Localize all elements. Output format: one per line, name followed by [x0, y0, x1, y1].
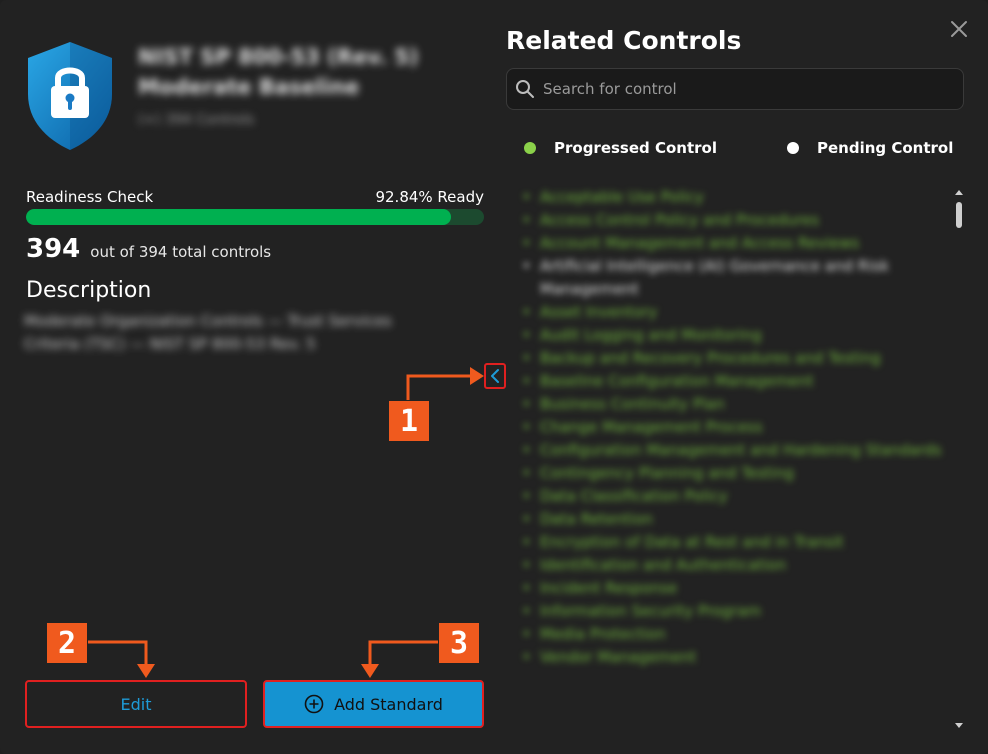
search-icon	[516, 80, 534, 98]
scroll-down-icon[interactable]	[955, 723, 963, 728]
close-icon[interactable]	[946, 16, 972, 42]
control-list-item[interactable]: • Asset Inventory	[518, 301, 952, 324]
description-text: Moderate Organization Controls — Trust S…	[24, 312, 392, 353]
control-list-item[interactable]: • Artificial Intelligence (AI) Governance…	[518, 255, 952, 301]
control-list-item[interactable]: • Contingency Planning and Testing	[518, 462, 952, 485]
bullet-icon: •	[522, 464, 531, 482]
bullet-icon: •	[522, 257, 531, 275]
control-list-item-label: Incident Response	[540, 579, 678, 597]
control-list-item[interactable]: • Baseline Configuration Management	[518, 370, 952, 393]
related-controls-title: Related Controls	[506, 26, 742, 55]
bullet-icon: •	[522, 510, 531, 528]
control-list-item[interactable]: • Incident Response	[518, 577, 952, 600]
control-list-item[interactable]: • Encryption of Data at Rest and in Trans…	[518, 531, 952, 554]
control-list-item-label: Media Protection	[540, 625, 666, 643]
bullet-icon: •	[522, 418, 531, 436]
bullet-icon: •	[522, 234, 531, 252]
readiness-label: Readiness Check	[26, 188, 154, 206]
readiness-percent: 92.84% Ready	[375, 188, 484, 206]
control-list-item-label: Artificial Intelligence (AI) Governance …	[540, 257, 890, 298]
control-list-item[interactable]: • Account Management and Access Reviews	[518, 232, 952, 255]
bullet-icon: •	[522, 395, 531, 413]
annotation-arrow-2	[84, 640, 155, 678]
control-list-item-label: Encryption of Data at Rest and in Transi…	[540, 533, 844, 551]
control-list-item[interactable]: • Access Control Policy and Procedures	[518, 209, 952, 232]
control-list-item[interactable]: • Configuration Management and Hardening …	[518, 439, 952, 462]
control-list-item-label: Baseline Configuration Management	[540, 372, 814, 390]
legend-progressed: Progressed Control	[524, 139, 717, 157]
bullet-icon: •	[522, 211, 531, 229]
control-list-item[interactable]: • Identification and Authentication	[518, 554, 952, 577]
control-list-item-label: Identification and Authentication	[540, 556, 787, 574]
bullet-icon: •	[522, 648, 531, 666]
edit-button-label: Edit	[120, 694, 152, 714]
bullet-icon: •	[522, 487, 531, 505]
control-list-item-label: Information Security Program	[540, 602, 762, 620]
bullet-icon: •	[522, 349, 531, 367]
control-list-item[interactable]: • Backup and Recovery Procedures and Test…	[518, 347, 952, 370]
control-list-item-label: Acceptable Use Policy	[540, 188, 704, 206]
bullet-icon: •	[522, 602, 531, 620]
pending-dot-icon	[787, 142, 799, 154]
controls-count: 394 out of 394 total controls	[26, 234, 271, 264]
annotation-badge-2: 2	[46, 622, 88, 664]
annotation-arrow-3	[361, 640, 440, 678]
legend-pending: Pending Control	[787, 139, 953, 157]
readiness-progress-bar	[26, 209, 484, 225]
control-list-item-label: Audit Logging and Monitoring	[540, 326, 762, 344]
legend-pending-label: Pending Control	[817, 139, 954, 157]
progressed-dot-icon	[524, 142, 536, 154]
control-list-item-label: Asset Inventory	[540, 303, 658, 321]
shield-lock-icon	[24, 40, 116, 152]
description-heading: Description	[26, 278, 152, 303]
control-list-item[interactable]: • Change Management Process	[518, 416, 952, 439]
control-search-input[interactable]	[541, 79, 945, 99]
control-list-item-label: Change Management Process	[540, 418, 763, 436]
legend-progressed-label: Progressed Control	[554, 139, 718, 157]
control-list-item[interactable]: • Information Security Program	[518, 600, 952, 623]
add-standard-button[interactable]: Add Standard	[263, 680, 484, 728]
control-list-item-label: Account Management and Access Reviews	[540, 234, 860, 252]
related-controls-list[interactable]: • Acceptable Use Policy • Access Control Po…	[518, 186, 952, 738]
annotation-badge-3: 3	[438, 622, 480, 664]
standard-subtitle: (+) 394 Controls	[138, 112, 255, 128]
control-list-item-label: Data Retention	[540, 510, 653, 528]
control-list-item[interactable]: • Data Retention	[518, 508, 952, 531]
bullet-icon: •	[522, 441, 531, 459]
bullet-icon: •	[522, 579, 531, 597]
bullet-icon: •	[522, 303, 531, 321]
control-list-item[interactable]: • Business Continuity Plan	[518, 393, 952, 416]
standard-details-modal: NIST SP 800-53 (Rev. 5) Moderate Baselin…	[0, 0, 988, 754]
control-list-item[interactable]: • Acceptable Use Policy	[518, 186, 952, 209]
controls-scrollbar[interactable]	[953, 190, 965, 728]
control-list-item-label: Vendor Management	[540, 648, 697, 666]
bullet-icon: •	[522, 372, 531, 390]
readiness-progress-fill	[26, 209, 452, 225]
bullet-icon: •	[522, 326, 531, 344]
bullet-icon: •	[522, 188, 531, 206]
control-search-box[interactable]	[506, 68, 964, 110]
bullet-icon: •	[522, 556, 531, 574]
bullet-icon: •	[522, 533, 531, 551]
control-list-item[interactable]: • Audit Logging and Monitoring	[518, 324, 952, 347]
add-standard-button-label: Add Standard	[334, 694, 443, 714]
control-list-item-label: Configuration Management and Hardening S…	[540, 441, 942, 459]
control-list-item[interactable]: • Media Protection	[518, 623, 952, 646]
annotation-badge-1: 1	[388, 400, 430, 442]
edit-button[interactable]: Edit	[25, 680, 247, 728]
control-list-item-label: Business Continuity Plan	[540, 395, 725, 413]
controls-count-text: out of 394 total controls	[90, 243, 272, 261]
scroll-thumb[interactable]	[956, 202, 962, 228]
control-list-item-label: Access Control Policy and Procedures	[540, 211, 820, 229]
control-list-item-label: Data Classification Policy	[540, 487, 728, 505]
plus-circle-icon	[304, 694, 324, 714]
control-list-item[interactable]: • Data Classification Policy	[518, 485, 952, 508]
standard-title: NIST SP 800-53 (Rev. 5) Moderate Baselin…	[138, 45, 419, 99]
control-list-item-label: Backup and Recovery Procedures and Testi…	[540, 349, 881, 367]
control-list-item-label: Contingency Planning and Testing	[540, 464, 794, 482]
bullet-icon: •	[522, 625, 531, 643]
controls-count-number: 394	[26, 234, 81, 264]
control-list-item[interactable]: • Vendor Management	[518, 646, 952, 669]
scroll-up-icon[interactable]	[955, 190, 963, 195]
